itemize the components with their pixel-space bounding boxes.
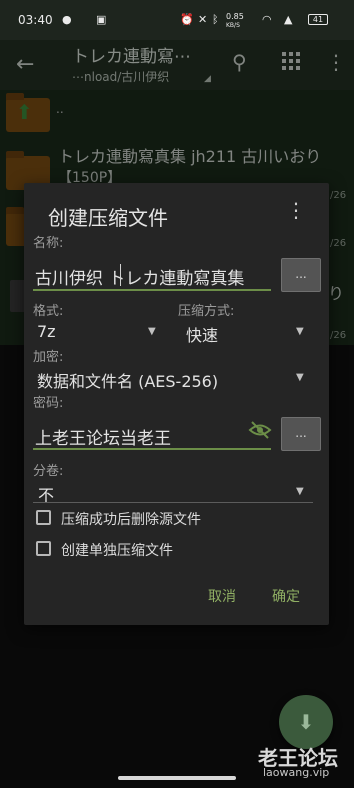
split-underline	[33, 502, 313, 503]
split-label: 分卷:	[33, 464, 64, 479]
encryption-label: 加密:	[33, 350, 64, 365]
password-label: 密码:	[33, 396, 64, 411]
format-dropdown-icon[interactable]: ▼	[148, 326, 156, 337]
format-label: 格式:	[33, 304, 64, 319]
separate-archive-label[interactable]: 创建单独压缩文件	[61, 540, 173, 560]
delete-after-label[interactable]: 压缩成功后删除源文件	[61, 509, 201, 529]
separate-archive-checkbox[interactable]	[36, 541, 51, 556]
encryption-dropdown-icon[interactable]: ▼	[296, 372, 304, 383]
method-label: 压缩方式:	[178, 304, 235, 319]
net-speed-value: 0.85	[226, 12, 244, 21]
format-select[interactable]: 7z	[37, 322, 137, 341]
ok-button[interactable]: 确定	[272, 586, 300, 606]
method-select[interactable]: 快速	[186, 322, 286, 346]
watermark-url: laowang.vip	[263, 766, 330, 779]
dialog-title: 创建压缩文件	[48, 206, 168, 230]
app-notification-icon: ▣	[96, 13, 107, 26]
method-dropdown-icon[interactable]: ▼	[296, 326, 304, 337]
password-underline	[33, 448, 271, 450]
password-input[interactable]: 上老王论坛当老王	[35, 424, 245, 449]
status-time: 03:40	[18, 13, 53, 27]
name-underline	[33, 289, 271, 291]
signal-icon: ▲	[284, 13, 293, 26]
gesture-nav-bar[interactable]	[118, 776, 236, 780]
split-dropdown-icon[interactable]: ▼	[296, 486, 304, 497]
wifi-icon: ◠	[262, 13, 272, 26]
mute-icon: ✕	[198, 13, 208, 26]
dialog-more-icon[interactable]: ⋮	[286, 198, 306, 222]
browse-name-button[interactable]: ...	[281, 258, 321, 292]
status-bar	[0, 0, 354, 40]
name-label: 名称:	[33, 236, 64, 251]
bluetooth-icon: ᛒ	[212, 13, 219, 26]
download-icon: ⬇	[297, 710, 315, 734]
cancel-button[interactable]: 取消	[208, 586, 236, 606]
password-options-button[interactable]: ...	[281, 417, 321, 451]
delete-after-checkbox[interactable]	[36, 510, 51, 525]
text-cursor	[120, 264, 121, 286]
download-fab[interactable]: ⬇	[279, 695, 333, 749]
archive-name-input[interactable]: 古川伊织 トレカ連動寫真集	[35, 264, 271, 289]
alarm-icon: ⏰	[180, 13, 194, 26]
battery-icon: 41	[308, 14, 328, 25]
encryption-select[interactable]: 数据和文件名 (AES-256)	[37, 368, 287, 392]
eye-off-icon[interactable]	[248, 420, 272, 440]
net-speed-unit: KB/S	[226, 22, 240, 29]
bird-icon: ●	[62, 13, 72, 26]
